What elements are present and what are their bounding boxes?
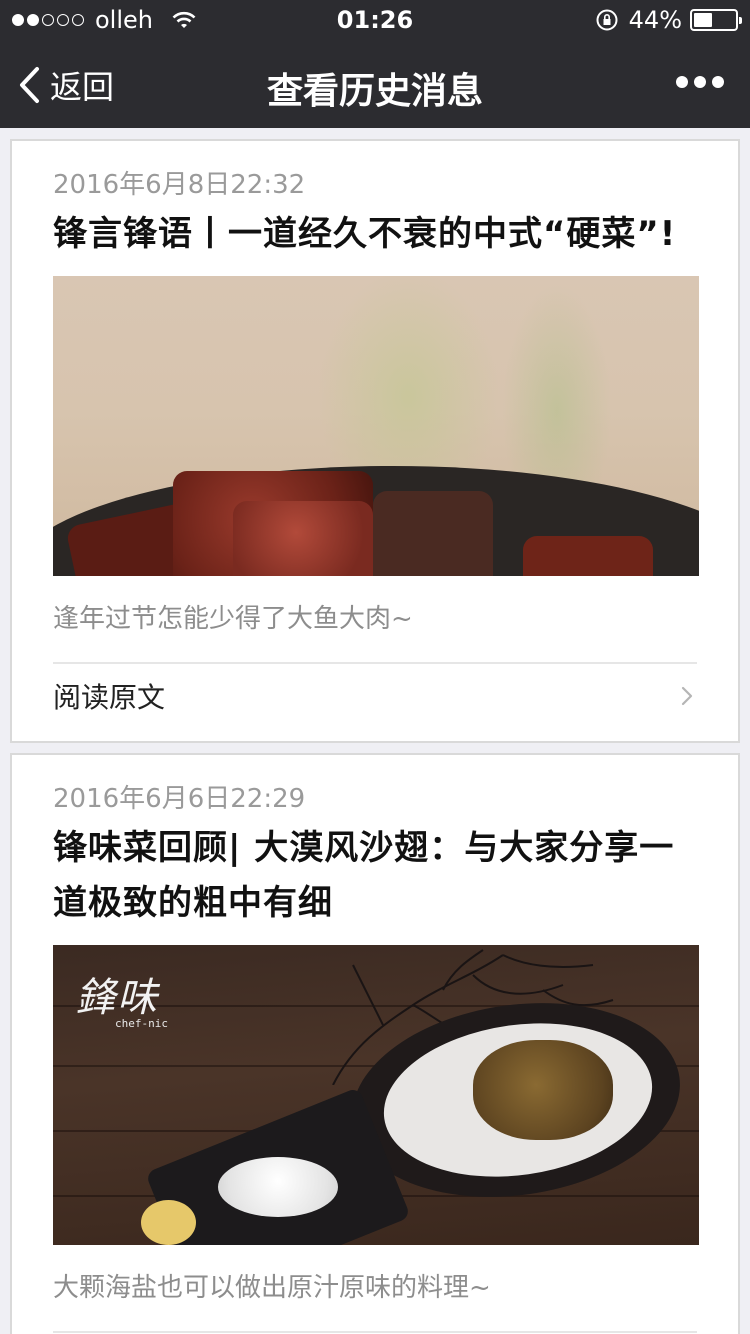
nav-bar: 返回 查看历史消息 <box>0 40 750 128</box>
read-original-link[interactable]: 阅读原文 <box>53 664 697 728</box>
article-digest: 逢年过节怎能少得了大鱼大肉~ <box>53 604 413 634</box>
battery-icon <box>690 9 742 31</box>
article-card[interactable]: 2016年6月6日22:29 锋味菜回顾| 大漠风沙翅：与大家分享一道极致的粗中… <box>10 753 740 1334</box>
article-cover-image[interactable] <box>53 276 699 576</box>
battery-percentage: 44% <box>628 6 682 34</box>
battery-fill <box>694 13 712 27</box>
rotation-lock-icon <box>596 9 618 31</box>
pork-piece <box>373 491 493 576</box>
brand-logo: 鋒味 <box>75 975 159 1021</box>
chevron-right-icon <box>681 686 693 706</box>
article-digest: 大颗海盐也可以做出原汁原味的料理~ <box>53 1273 491 1303</box>
divider <box>53 1331 697 1333</box>
more-dots-icon <box>712 76 724 88</box>
more-dots-icon <box>694 76 706 88</box>
article-title[interactable]: 锋味菜回顾| 大漠风沙翅：与大家分享一道极致的粗中有细 <box>53 821 697 931</box>
article-card[interactable]: 2016年6月8日22:32 锋言锋语丨一道经久不衰的中式“硬菜”! 逢年过节怎… <box>10 139 740 743</box>
status-bar: olleh 01:26 44% <box>0 0 750 40</box>
lemon-slice <box>141 1200 196 1245</box>
salt-pile <box>218 1157 338 1217</box>
wings-food <box>473 1040 613 1140</box>
article-date: 2016年6月6日22:29 <box>53 784 306 814</box>
article-date: 2016年6月8日22:32 <box>53 170 306 200</box>
more-dots-icon <box>676 76 688 88</box>
status-right: 44% <box>595 6 742 34</box>
more-options-button[interactable] <box>670 76 724 88</box>
back-label: 返回 <box>50 68 115 106</box>
read-original-label: 阅读原文 <box>53 681 166 714</box>
battery-cap <box>739 17 742 24</box>
back-button[interactable]: 返回 <box>18 62 114 108</box>
brand-logo-subtitle: chef-nic <box>115 1017 168 1030</box>
article-cover-image[interactable]: 鋒味 chef-nic <box>53 945 699 1245</box>
article-title[interactable]: 锋言锋语丨一道经久不衰的中式“硬菜”! <box>53 207 697 262</box>
pork-piece <box>523 536 653 576</box>
pork-piece <box>233 501 373 576</box>
chevron-left-icon <box>20 67 39 103</box>
